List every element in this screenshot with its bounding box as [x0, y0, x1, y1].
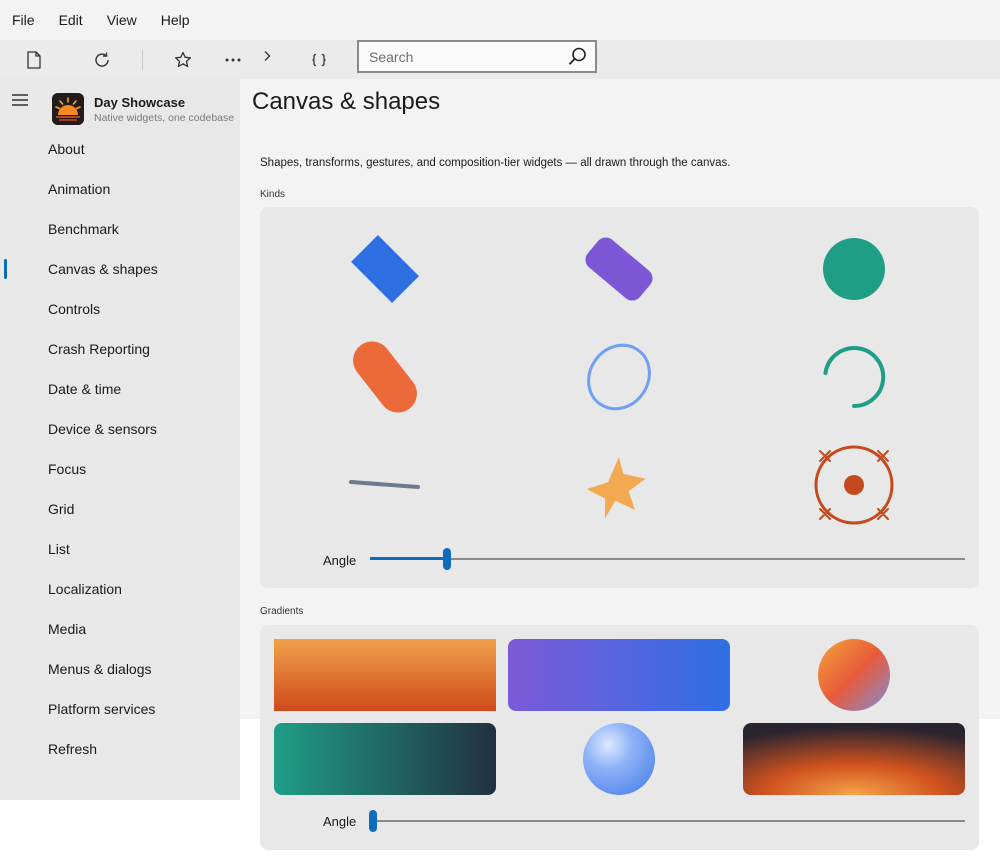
sidebar-item-benchmark[interactable]: Benchmark	[0, 209, 240, 249]
gradients-card: Angle	[260, 625, 979, 850]
chevron-right-icon[interactable]	[255, 44, 279, 68]
refresh-icon[interactable]	[90, 48, 114, 72]
linear-gradient-purple-blue-swatch[interactable]	[508, 639, 730, 711]
braces-icon[interactable]	[307, 48, 331, 72]
sidebar-item-list[interactable]: List	[0, 529, 240, 569]
app-subtitle: Native widgets, one codebase	[94, 112, 235, 124]
gradients-slider-track[interactable]	[370, 820, 965, 822]
new-document-icon[interactable]	[22, 48, 46, 72]
rotated-rectangle-shape[interactable]	[351, 235, 419, 303]
sidebar-item-localization[interactable]: Localization	[0, 569, 240, 609]
app-title: Day Showcase	[94, 95, 186, 110]
hamburger-menu-icon[interactable]	[12, 93, 28, 112]
search-box	[357, 40, 597, 73]
sidebar-item-refresh[interactable]: Refresh	[0, 729, 240, 769]
search-icon[interactable]	[568, 47, 587, 71]
sidebar-item-device-sensors[interactable]: Device & sensors	[0, 409, 240, 449]
page-title: Canvas & shapes	[252, 88, 441, 115]
kinds-canvas	[345, 233, 894, 525]
toolbar-separator	[142, 50, 143, 70]
target-shape[interactable]	[814, 445, 894, 525]
gradient-circle-swatch[interactable]	[818, 639, 890, 711]
linear-gradient-orange-swatch[interactable]	[274, 639, 496, 711]
star-icon[interactable]	[171, 48, 195, 72]
capsule-shape[interactable]	[345, 334, 424, 420]
menu-help[interactable]: Help	[149, 12, 202, 28]
arc-shape[interactable]	[823, 346, 886, 409]
app-logo	[52, 93, 84, 125]
kinds-section-label: Kinds	[260, 189, 286, 200]
gradients-slider-thumb[interactable]	[369, 810, 377, 832]
sidebar-item-canvas-shapes[interactable]: Canvas & shapes	[0, 249, 240, 289]
menu-view[interactable]: View	[95, 12, 149, 28]
line-shape[interactable]	[349, 480, 420, 489]
sidebar-item-crash-reporting[interactable]: Crash Reporting	[0, 329, 240, 369]
sidebar-nav: About Animation Benchmark Canvas & shape…	[0, 129, 240, 769]
menu-bar: File Edit View Help	[0, 0, 1000, 40]
gradients-section-label: Gradients	[260, 606, 304, 617]
sidebar-item-grid[interactable]: Grid	[0, 489, 240, 529]
sidebar-item-media[interactable]: Media	[0, 609, 240, 649]
menu-edit[interactable]: Edit	[47, 12, 95, 28]
sidebar-item-focus[interactable]: Focus	[0, 449, 240, 489]
gradients-angle-label: Angle	[323, 814, 357, 829]
page-description: Shapes, transforms, gestures, and compos…	[260, 157, 731, 169]
more-icon[interactable]	[221, 48, 245, 72]
sidebar-item-menus-dialogs[interactable]: Menus & dialogs	[0, 649, 240, 689]
sidebar-item-platform-services[interactable]: Platform services	[0, 689, 240, 729]
kinds-angle-label: Angle	[323, 553, 357, 568]
sidebar: Day Showcase Native widgets, one codebas…	[0, 79, 240, 800]
kinds-card: Angle	[260, 207, 979, 588]
star-shape[interactable]	[586, 457, 646, 519]
sidebar-item-controls[interactable]: Controls	[0, 289, 240, 329]
sidebar-item-animation[interactable]: Animation	[0, 169, 240, 209]
kinds-slider-thumb[interactable]	[443, 548, 451, 570]
toolbar	[0, 40, 1000, 79]
ellipse-outline-shape[interactable]	[576, 333, 661, 420]
sidebar-item-date-time[interactable]: Date & time	[0, 369, 240, 409]
menu-file[interactable]: File	[0, 12, 47, 28]
rounded-rectangle-shape[interactable]	[581, 233, 656, 304]
circle-shape[interactable]	[823, 238, 885, 300]
radial-gradient-sphere-swatch[interactable]	[583, 723, 655, 795]
radial-gradient-sunset-swatch[interactable]	[743, 723, 965, 795]
sidebar-item-about[interactable]: About	[0, 129, 240, 169]
linear-gradient-teal-navy-swatch[interactable]	[274, 723, 496, 795]
kinds-slider-track[interactable]	[370, 558, 965, 560]
search-input[interactable]	[359, 42, 559, 71]
kinds-slider-fill	[370, 557, 447, 560]
